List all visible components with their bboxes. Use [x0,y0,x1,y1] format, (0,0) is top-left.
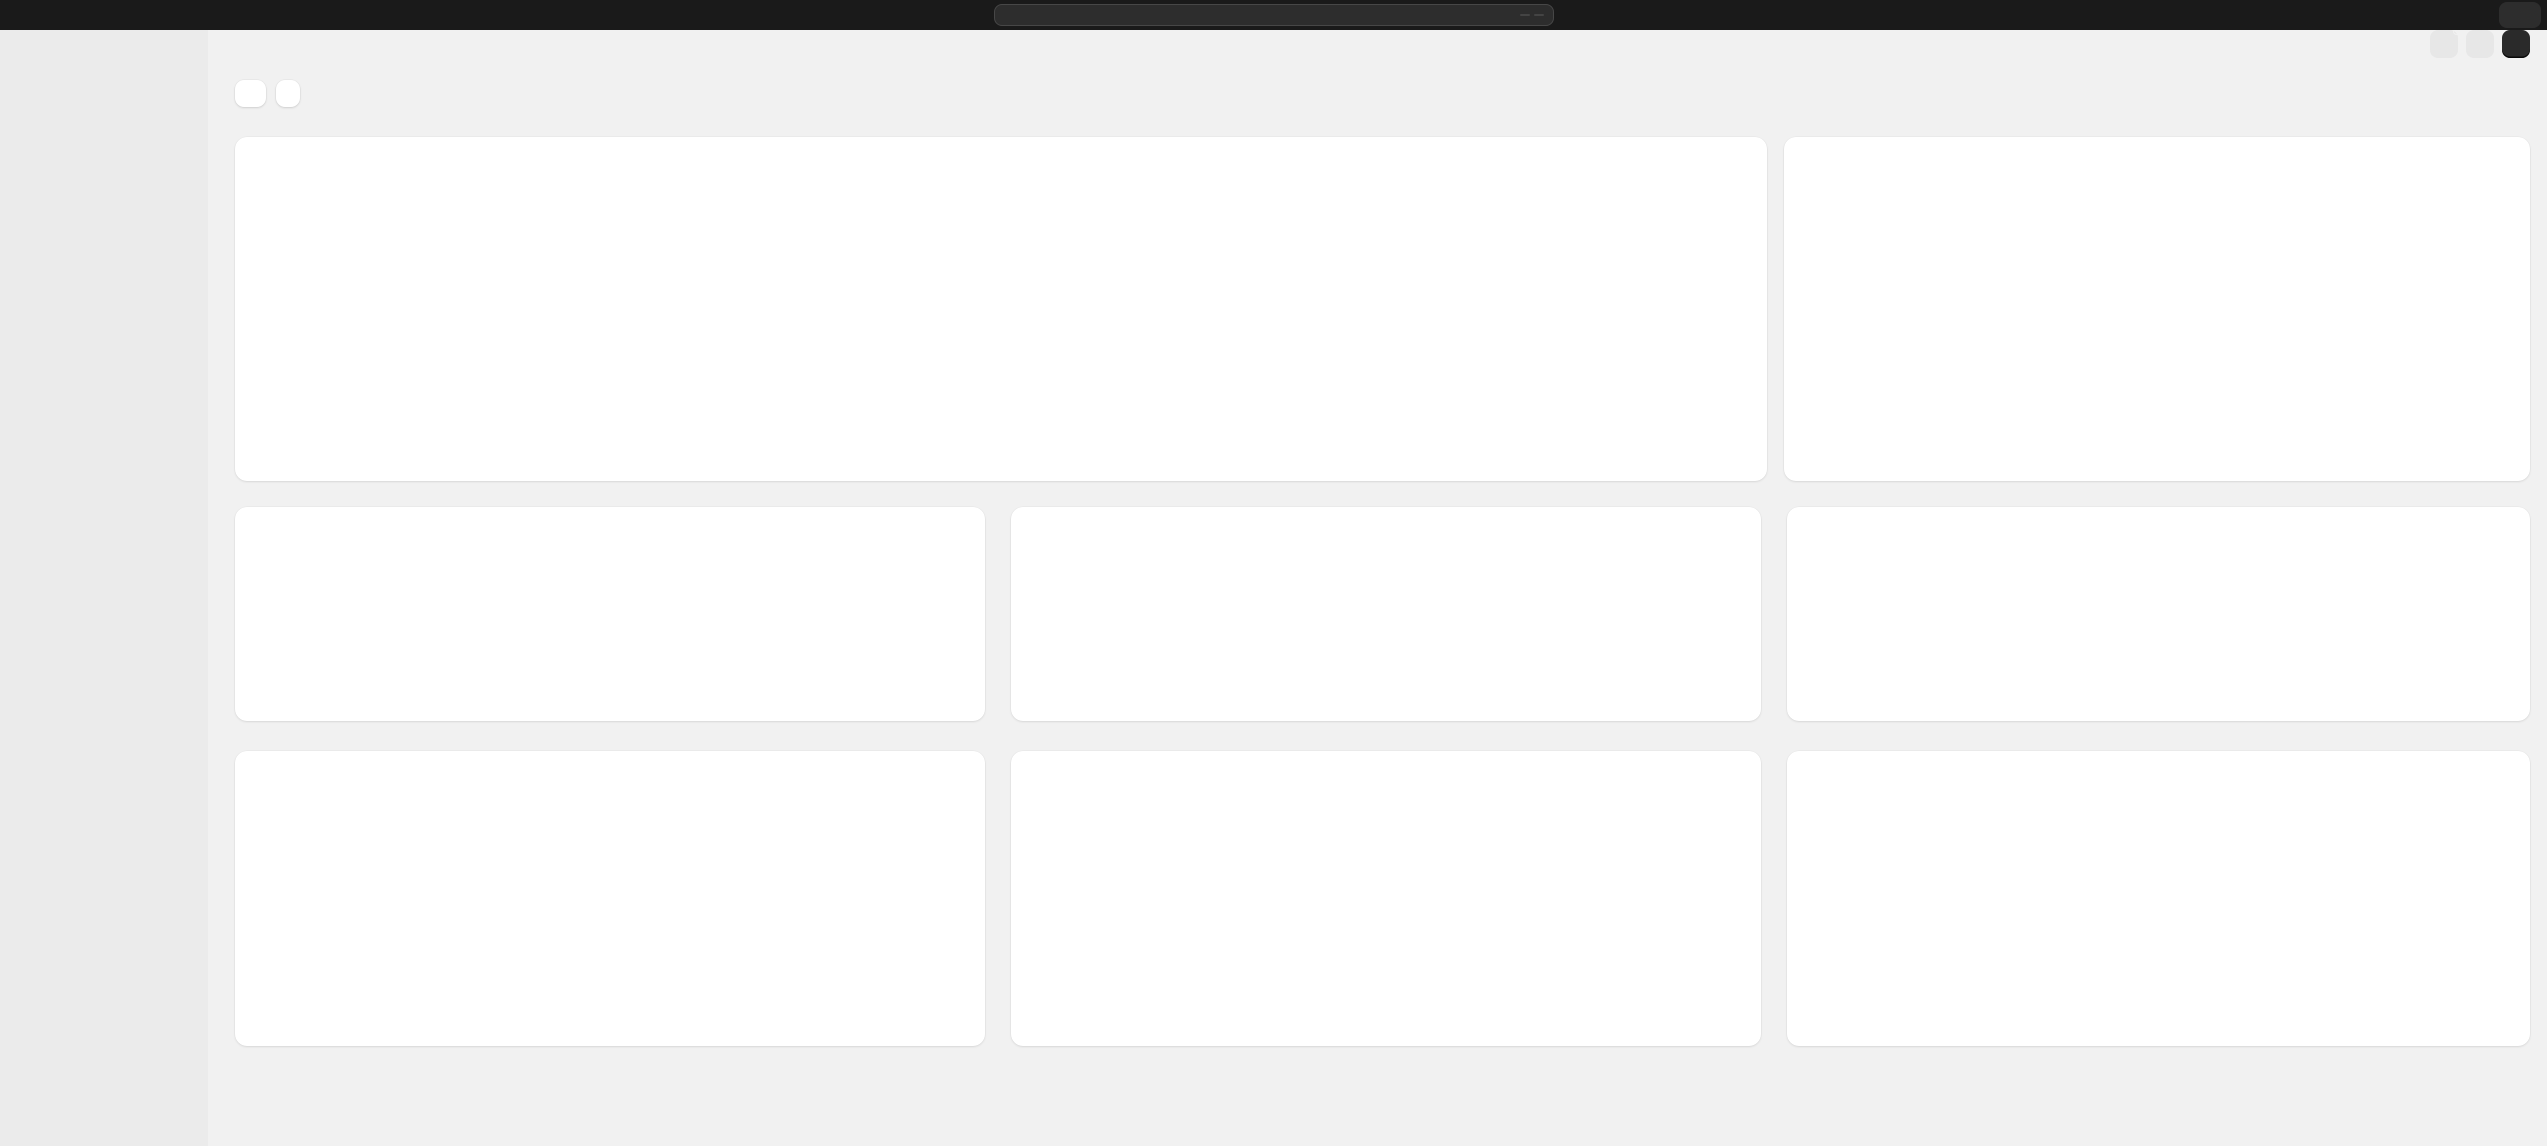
k-key-badge [1533,14,1544,16]
insights-button[interactable] [2430,28,2460,58]
date-range-button[interactable] [235,80,266,107]
sales-by-channel-card [235,507,985,721]
main-content [208,0,2547,1046]
compare-button[interactable] [276,80,300,107]
average-order-value-card [1011,507,1761,721]
filter-bar [235,80,2530,107]
total-sales-over-time-card [235,137,1767,481]
top-bar [0,0,2547,30]
customize-button[interactable] [2502,30,2530,58]
conversion-line-chart [1029,798,1743,983]
ctrl-key-badge [1519,14,1530,16]
store-avatar [2503,5,2523,25]
total-sales-line-chart [253,188,1749,421]
conversion-breakdown-card [1787,751,2530,1046]
channel-donut-chart [361,544,515,698]
expand-button[interactable] [2466,30,2494,58]
total-sales-breakdown-card [1784,137,2530,481]
sessions-line-chart [253,798,967,983]
conversion-funnel-chart [1805,798,2512,1022]
search-shortcut [1519,14,1544,16]
aov-line-chart [1029,552,1743,661]
channel-legend [579,616,721,627]
product-bar-current [1805,552,2243,622]
product-bar-previous [1805,625,2243,695]
store-menu-button[interactable] [2499,2,2541,28]
search-input[interactable] [993,4,1554,26]
sessions-over-time-card [235,751,985,1046]
sales-by-product-card [1787,507,2530,721]
sidebar-nav [0,30,208,1146]
product-bar-chart [1805,552,2512,695]
conversion-rate-card [1011,751,1761,1046]
legend-swatch [579,616,590,627]
